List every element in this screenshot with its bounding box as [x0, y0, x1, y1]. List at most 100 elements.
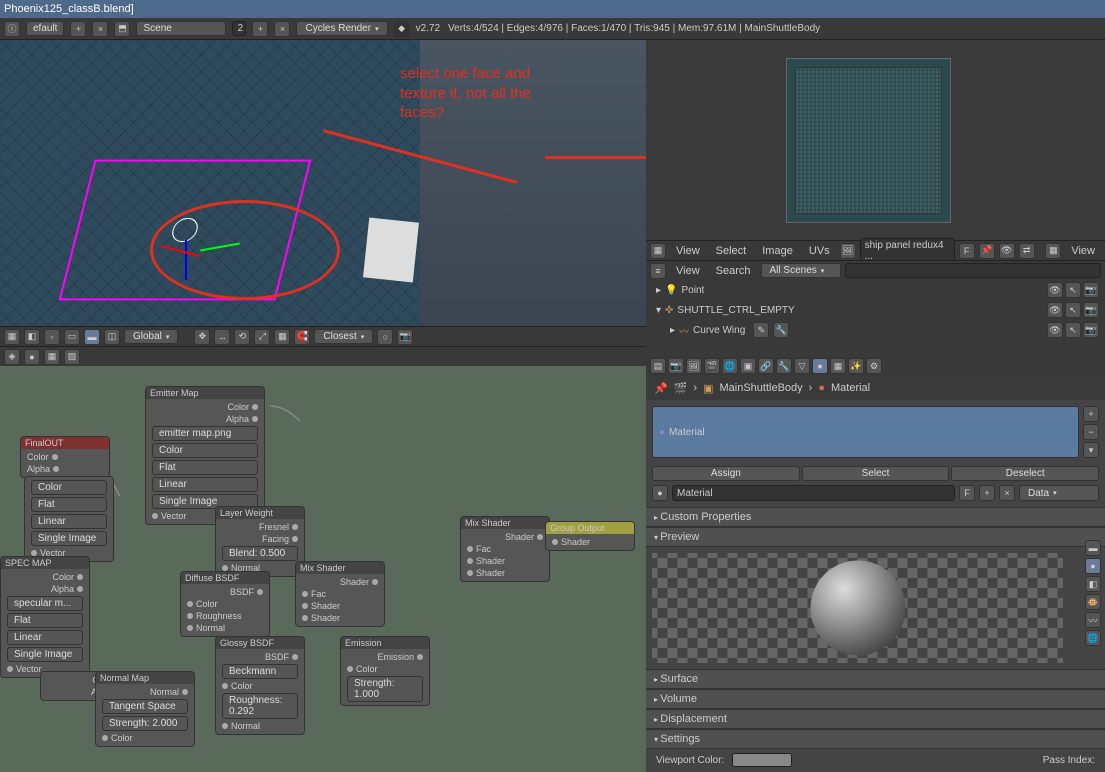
outliner-view-menu[interactable]: View — [670, 265, 706, 277]
disclosure-icon[interactable]: ▸ — [670, 325, 675, 336]
editor-type-outliner-icon[interactable]: ≡ — [650, 263, 666, 279]
editor-type-props-icon[interactable]: ▤ — [650, 358, 666, 374]
del-layout-icon[interactable]: × — [92, 21, 108, 37]
uv-view-btn-icon[interactable]: ▦ — [1045, 243, 1061, 259]
uv-view-menu[interactable]: View — [670, 245, 706, 257]
modifiers-tab-icon[interactable]: 🔧 — [776, 358, 792, 374]
displacement-panel-header[interactable]: Displacement — [646, 709, 1105, 729]
node-finalout[interactable]: FinalOUT Color Alpha — [20, 436, 110, 478]
specials-menu-icon[interactable]: ▾ — [1083, 442, 1099, 458]
render-engine-dropdown[interactable]: Cycles Render — [296, 21, 387, 36]
data-tab-icon[interactable]: ▽ — [794, 358, 810, 374]
renderable-icon[interactable]: 📷 — [1083, 302, 1099, 318]
selectable-icon[interactable]: ↖ — [1065, 302, 1081, 318]
edit-icon[interactable]: ✎ — [753, 322, 769, 338]
shader-tree-icon[interactable]: ● — [24, 349, 40, 365]
uv-select-menu[interactable]: Select — [710, 245, 753, 257]
uv-uvs-menu[interactable]: UVs — [803, 245, 836, 257]
custom-properties-panel-header[interactable]: Custom Properties — [646, 507, 1105, 527]
material-slot[interactable]: ● Material — [652, 406, 1079, 458]
breadcrumb-object[interactable]: MainShuttleBody — [719, 382, 802, 394]
particles-tab-icon[interactable]: ✨ — [848, 358, 864, 374]
prop-edit-icon[interactable]: ○ — [377, 329, 393, 345]
3d-viewport[interactable]: select one face and texture it, not all … — [0, 40, 646, 346]
scene-icon[interactable]: ⬒ — [114, 21, 130, 37]
renderable-icon[interactable]: 📷 — [1083, 282, 1099, 298]
rotate-icon[interactable]: ⟲ — [234, 329, 250, 345]
pin-icon[interactable]: 📌 — [654, 382, 668, 395]
editor-type-icon[interactable]: ⓘ — [4, 21, 20, 37]
editor-type-uv-icon[interactable]: ▦ — [650, 243, 666, 259]
preview-sphere-icon[interactable]: ● — [1085, 558, 1101, 574]
face-select-icon[interactable]: ▬ — [84, 329, 100, 345]
preview-cube-icon[interactable]: ◧ — [1085, 576, 1101, 592]
material-browse-icon[interactable]: ● — [652, 485, 668, 501]
texture-tab-icon[interactable]: ▦ — [830, 358, 846, 374]
vert-select-icon[interactable]: ▫ — [44, 329, 60, 345]
preview-panel-header[interactable]: Preview — [646, 527, 1105, 547]
render-tab-icon[interactable]: 📷 — [668, 358, 684, 374]
visibility-icon[interactable]: 👁 — [1047, 322, 1063, 338]
material-add-icon[interactable]: + — [979, 485, 995, 501]
visibility-icon[interactable]: 👁 — [1047, 282, 1063, 298]
outliner-item-point[interactable]: ▸ 💡 Point 👁↖📷 — [646, 280, 1105, 300]
assign-button[interactable]: Assign — [652, 466, 800, 481]
limit-sel-icon[interactable]: ◫ — [104, 329, 120, 345]
material-link-dropdown[interactable]: Data — [1019, 485, 1099, 501]
object-tab-icon[interactable]: ▣ — [740, 358, 756, 374]
texture-tree-icon[interactable]: ▨ — [64, 349, 80, 365]
disclosure-icon[interactable]: ▸ — [656, 285, 661, 296]
node-finalout-opts[interactable]: Color Flat Linear Single Image Vector — [24, 476, 114, 562]
selectable-icon[interactable]: ↖ — [1065, 282, 1081, 298]
uv-sync-icon[interactable]: ⇄ — [1019, 243, 1035, 259]
image-browse-icon[interactable]: 🖼 — [840, 243, 856, 259]
material-unlink-icon[interactable]: × — [999, 485, 1015, 501]
node-glossy-bsdf[interactable]: Glossy BSDF BSDF Beckmann Color Roughnes… — [215, 636, 305, 735]
material-name-field[interactable] — [672, 485, 955, 501]
fake-user-toggle[interactable]: F — [959, 243, 975, 259]
world-tab-icon[interactable]: 🌐 — [722, 358, 738, 374]
pin-icon[interactable]: 📌 — [979, 243, 995, 259]
constraints-tab-icon[interactable]: 🔗 — [758, 358, 774, 374]
add-material-slot-icon[interactable]: + — [1083, 406, 1099, 422]
outliner-search-menu[interactable]: Search — [710, 265, 757, 277]
uv-side-view[interactable]: View — [1065, 245, 1101, 257]
eye-icon[interactable]: 👁 — [999, 243, 1015, 259]
volume-panel-header[interactable]: Volume — [646, 689, 1105, 709]
physics-tab-icon[interactable]: ⚙ — [866, 358, 882, 374]
outliner-item-curve-wing[interactable]: ▸ 〰 Curve Wing ✎ 🔧 👁↖📷 — [646, 320, 1105, 340]
wrench-icon[interactable]: 🔧 — [773, 322, 789, 338]
uv-texture-image[interactable] — [786, 58, 951, 223]
node-spec-map[interactable]: SPEC MAP Color Alpha specular m... Flat … — [0, 556, 90, 678]
scale-icon[interactable]: ⤢ — [254, 329, 270, 345]
render-preview-icon[interactable]: 📷 — [397, 329, 413, 345]
surface-panel-header[interactable]: Surface — [646, 669, 1105, 689]
material-fakeuser[interactable]: F — [959, 485, 975, 501]
preview-hair-icon[interactable]: 〰 — [1085, 612, 1101, 628]
node-editor[interactable]: ◈ ● ▦ ▨ FinalOUT Color Alpha — [0, 346, 646, 772]
settings-panel-header[interactable]: Settings — [646, 729, 1105, 749]
outliner-item-shuttle-ctrl[interactable]: ▾ ✜ SHUTTLE_CTRL_EMPTY 👁↖📷 — [646, 300, 1105, 320]
transform-orientation[interactable]: Global — [124, 329, 178, 344]
edge-select-icon[interactable]: ▭ — [64, 329, 80, 345]
outliner-display-mode[interactable]: All Scenes — [761, 263, 841, 278]
remove-material-slot-icon[interactable]: − — [1083, 424, 1099, 440]
select-button[interactable]: Select — [802, 466, 950, 481]
breadcrumb-material[interactable]: Material — [831, 382, 870, 394]
snap-target[interactable]: Closest — [314, 329, 373, 344]
visibility-icon[interactable]: 👁 — [1047, 302, 1063, 318]
material-tab-icon[interactable]: ● — [812, 358, 828, 374]
node-mix-shader-1[interactable]: Mix Shader Shader Fac Shader Shader — [295, 561, 385, 627]
uv-image-editor[interactable]: ▦ View Select Image UVs 🖼 ship panel red… — [646, 40, 1105, 260]
outliner-search-field[interactable] — [845, 263, 1101, 278]
selectable-icon[interactable]: ↖ — [1065, 322, 1081, 338]
node-group-output[interactable]: Group Output Shader — [545, 521, 635, 551]
scene-name[interactable]: Scene — [136, 21, 226, 36]
add-layout-icon[interactable]: + — [70, 21, 86, 37]
deselect-button[interactable]: Deselect — [951, 466, 1099, 481]
preview-flat-icon[interactable]: ▬ — [1085, 540, 1101, 556]
translate-icon[interactable]: ↔ — [214, 329, 230, 345]
manipulator-icon[interactable]: ✥ — [194, 329, 210, 345]
editor-type-node-icon[interactable]: ◈ — [4, 349, 20, 365]
preview-monkey-icon[interactable]: 🐵 — [1085, 594, 1101, 610]
